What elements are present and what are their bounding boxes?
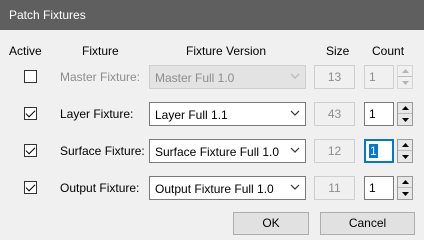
header-fixture: Fixture bbox=[82, 44, 119, 58]
header-active: Active bbox=[9, 44, 42, 58]
spin-up-icon[interactable] bbox=[398, 140, 412, 151]
fixture-version-value-master: Master Full 1.0 bbox=[155, 71, 235, 85]
size-field-surface: 12 bbox=[314, 139, 355, 163]
spin-up-icon[interactable] bbox=[398, 103, 412, 114]
active-checkbox-surface[interactable] bbox=[24, 144, 37, 157]
header-count: Count bbox=[372, 44, 405, 58]
fixture-label-surface: Surface Fixture: bbox=[60, 144, 145, 158]
count-input-master[interactable]: 1 bbox=[364, 65, 394, 89]
spin-up-icon[interactable] bbox=[398, 66, 412, 77]
spin-down-icon[interactable] bbox=[398, 188, 412, 199]
fixture-label-layer: Layer Fixture: bbox=[60, 107, 134, 121]
count-input-output[interactable]: 1 bbox=[364, 176, 394, 200]
ok-button[interactable]: OK bbox=[233, 212, 309, 235]
chevron-down-icon bbox=[290, 70, 300, 82]
fixture-version-select-layer[interactable]: Layer Full 1.1 bbox=[149, 102, 306, 126]
spin-up-icon[interactable] bbox=[398, 177, 412, 188]
count-spinner-layer[interactable] bbox=[397, 102, 413, 126]
count-spinner-surface[interactable] bbox=[397, 139, 413, 163]
patch-fixtures-dialog: Active Fixture Fixture Version Size Coun… bbox=[0, 30, 424, 240]
fixture-version-value-layer: Layer Full 1.1 bbox=[155, 108, 228, 122]
active-checkbox-master[interactable] bbox=[24, 70, 37, 83]
fixture-row-output: Output Fixture: Output Fixture Full 1.0 … bbox=[0, 175, 424, 201]
fixture-version-value-output: Output Fixture Full 1.0 bbox=[155, 182, 274, 196]
spin-down-icon[interactable] bbox=[398, 151, 412, 162]
fixture-label-output: Output Fixture: bbox=[60, 181, 140, 195]
fixture-row-master: Master Fixture: Master Full 1.0 13 1 bbox=[0, 64, 424, 90]
spin-down-icon[interactable] bbox=[398, 114, 412, 125]
window-title: Patch Fixtures bbox=[9, 8, 86, 22]
selected-text: 1 bbox=[369, 144, 378, 158]
fixture-version-select-master[interactable]: Master Full 1.0 bbox=[149, 65, 306, 89]
title-bar: Patch Fixtures bbox=[0, 0, 424, 30]
count-spinner-output[interactable] bbox=[397, 176, 413, 200]
fixture-label-master: Master Fixture: bbox=[60, 70, 141, 84]
chevron-down-icon bbox=[290, 181, 300, 193]
active-checkbox-output[interactable] bbox=[24, 181, 37, 194]
fixture-row-layer: Layer Fixture: Layer Full 1.1 43 1 bbox=[0, 101, 424, 127]
active-checkbox-layer[interactable] bbox=[24, 107, 37, 120]
fixture-version-select-output[interactable]: Output Fixture Full 1.0 bbox=[149, 176, 306, 200]
fixture-row-surface: Surface Fixture: Surface Fixture Full 1.… bbox=[0, 138, 424, 164]
header-size: Size bbox=[326, 44, 350, 58]
fixture-version-select-surface[interactable]: Surface Fixture Full 1.0 bbox=[149, 139, 306, 163]
chevron-down-icon bbox=[290, 107, 300, 119]
chevron-down-icon bbox=[290, 144, 300, 156]
header-fixture-version: Fixture Version bbox=[186, 44, 267, 58]
count-input-layer[interactable]: 1 bbox=[364, 102, 394, 126]
spin-down-icon[interactable] bbox=[398, 77, 412, 88]
size-field-master: 13 bbox=[314, 65, 355, 89]
count-spinner-master[interactable] bbox=[397, 65, 413, 89]
count-input-surface[interactable]: 1 bbox=[364, 139, 394, 163]
size-field-layer: 43 bbox=[314, 102, 355, 126]
size-field-output: 11 bbox=[314, 176, 355, 200]
cancel-button[interactable]: Cancel bbox=[320, 212, 415, 235]
fixture-version-value-surface: Surface Fixture Full 1.0 bbox=[155, 145, 280, 159]
